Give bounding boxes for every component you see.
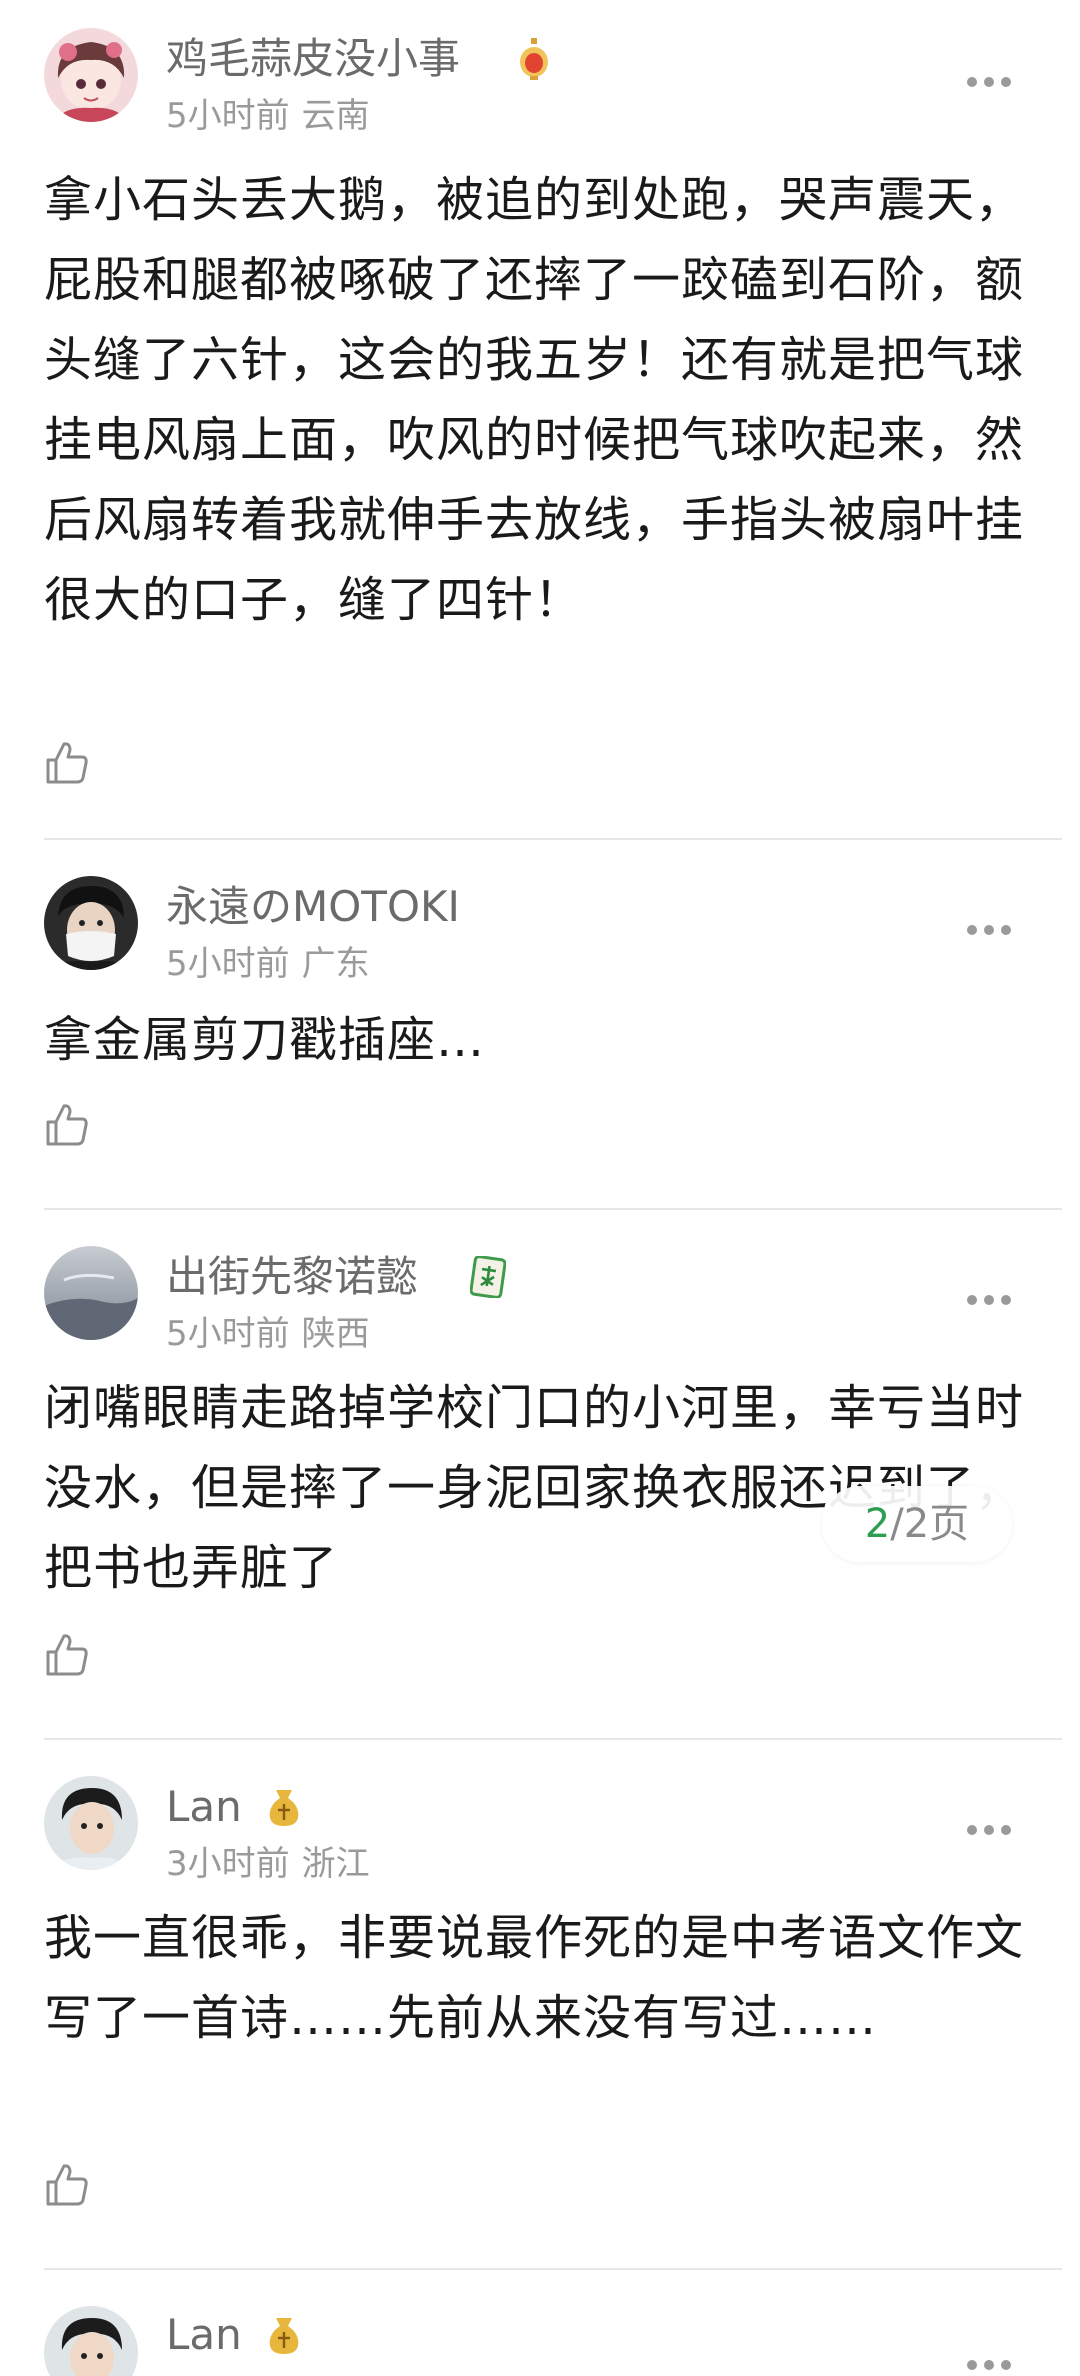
avatar[interactable] xyxy=(44,1246,138,1340)
comment-item: Lan 3小时前 浙江 我一直很乖，非要说最作死的是中考语文作文写了一首诗……先前… xyxy=(0,1740,1080,2270)
comment-text: 我一直很乖，非要说最作死的是中考语文作文写了一首诗……先前从来没有写过…… xyxy=(44,1910,1025,2046)
comment-meta: 3小时前 浙江 xyxy=(166,1844,382,1884)
comment-time: 5小时前 xyxy=(166,1314,290,1354)
page-separator: / xyxy=(890,1501,904,1547)
username[interactable]: 出街先黎诺懿 xyxy=(166,1252,418,1302)
username[interactable]: 鸡毛蒜皮没小事 xyxy=(166,34,460,84)
username[interactable]: 永遠のMOTOKI xyxy=(166,882,460,932)
comment-text: 拿小石头丢大鹅，被追的到处跑，哭声震天，屁股和腿都被啄破了还摔了一跤磕到石阶，额… xyxy=(44,172,1025,628)
page-indicator[interactable]: 2/2页 xyxy=(822,1486,1012,1562)
comment-location: 陕西 xyxy=(301,1314,370,1354)
more-dots-icon[interactable] xyxy=(966,923,1012,937)
thumbs-up-icon[interactable] xyxy=(44,2162,90,2208)
comment-feed: 鸡毛蒜皮没小事 5小时前 云南 拿小石头丢大鹅，被追的到处跑，哭声震天，屁股和腿都… xyxy=(0,0,1080,2376)
text-fade-overlay xyxy=(380,1548,720,1574)
avatar[interactable] xyxy=(44,1776,138,1870)
comment-time: 5小时前 xyxy=(166,96,290,136)
comment-meta: 5小时前 陕西 xyxy=(166,1314,382,1354)
comment-meta: 5小时前 广东 xyxy=(166,944,382,984)
more-dots-icon[interactable] xyxy=(966,1293,1012,1307)
comment-item: 出街先黎诺懿 5小时前 陕西 闭嘴眼睛走路掉学校门口的小河里，幸亏当时没水，但是摔… xyxy=(0,1210,1080,1740)
gold-bag-badge-icon xyxy=(266,2314,302,2356)
comment-location: 云南 xyxy=(301,96,370,136)
more-dots-icon[interactable] xyxy=(966,75,1012,89)
comment-time: 3小时前 xyxy=(166,1844,290,1884)
more-dots-icon[interactable] xyxy=(966,2358,1012,2372)
page-total: 2页 xyxy=(903,1501,970,1547)
username[interactable]: Lan xyxy=(166,1782,242,1832)
page-current: 2 xyxy=(864,1501,891,1547)
thumbs-up-icon[interactable] xyxy=(44,1632,90,1678)
avatar[interactable] xyxy=(44,28,138,122)
username[interactable]: Lan xyxy=(166,2310,242,2360)
comment-item: Lan xyxy=(0,2270,1080,2376)
comment-location: 浙江 xyxy=(301,1844,370,1884)
avatar[interactable] xyxy=(44,876,138,970)
comment-location: 广东 xyxy=(301,944,370,984)
thumbs-up-icon[interactable] xyxy=(44,740,90,786)
comment-text: 拿金属剪刀戳插座… xyxy=(44,1012,486,1068)
gold-bag-badge-icon xyxy=(266,1786,302,1828)
thumbs-up-icon[interactable] xyxy=(44,1102,90,1148)
more-dots-icon[interactable] xyxy=(966,1823,1012,1837)
comment-meta: 5小时前 云南 xyxy=(166,96,382,136)
comment-item: 鸡毛蒜皮没小事 5小时前 云南 拿小石头丢大鹅，被追的到处跑，哭声震天，屁股和腿都… xyxy=(0,0,1080,840)
lantern-badge-icon xyxy=(516,38,552,80)
comment-item: 永遠のMOTOKI 5小时前 广东 拿金属剪刀戳插座… xyxy=(0,840,1080,1210)
avatar[interactable] xyxy=(44,2306,138,2376)
mahjong-fa-badge-icon xyxy=(470,1256,506,1298)
comment-time: 5小时前 xyxy=(166,944,290,984)
